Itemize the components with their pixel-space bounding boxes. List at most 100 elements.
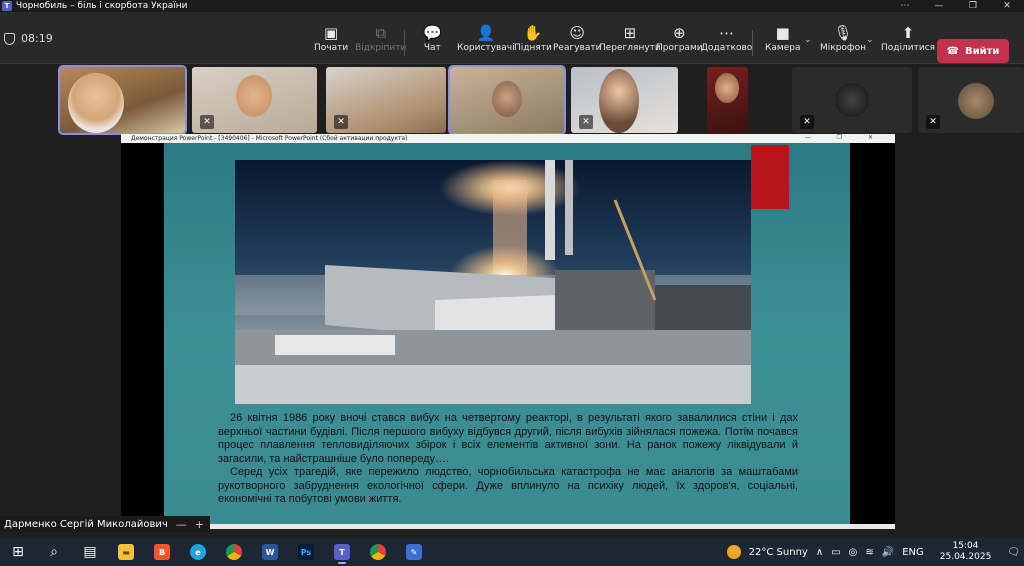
file-explorer-icon[interactable]: ▬ bbox=[108, 538, 144, 566]
photoshop-icon[interactable]: Ps bbox=[288, 538, 324, 566]
app-icon[interactable]: ✎ bbox=[396, 538, 432, 566]
participant-tile[interactable]: ✕ bbox=[326, 67, 446, 133]
chat-button[interactable]: 💬 Чат bbox=[423, 23, 442, 53]
presenter-label: Дарменко Сергій Миколайович — + bbox=[0, 516, 210, 532]
shield-icon bbox=[4, 32, 15, 45]
windows-taskbar: ⊞ ⌕ ▤ ▬ B e W Ps T ✎ 22°C Sunny ∧ ▭ ◎ ≋ … bbox=[0, 538, 1024, 566]
mic-muted-icon: ✕ bbox=[579, 115, 593, 129]
powerpoint-titlebar: Демонстрация PowerPoint - [3490406] - Mi… bbox=[121, 134, 895, 143]
share-button[interactable]: ⬆ Поділитися bbox=[881, 23, 935, 53]
view-label: Переглянути bbox=[599, 43, 661, 53]
start-button[interactable]: ▣ Почати bbox=[314, 23, 348, 53]
word-icon[interactable]: W bbox=[252, 538, 288, 566]
participant-tile[interactable] bbox=[707, 67, 748, 133]
notifications-icon[interactable]: 🗨 bbox=[1007, 547, 1020, 558]
participant-tile[interactable] bbox=[448, 65, 566, 135]
unpin-icon: ⧉ bbox=[375, 24, 387, 42]
chernobyl-photo bbox=[235, 160, 751, 404]
camera-button[interactable]: ■ Камера bbox=[765, 23, 800, 53]
slide: 26 квітня 1986 року вночі стався вибух н… bbox=[164, 143, 850, 525]
raise-hand-button[interactable]: ✋ Підняти bbox=[514, 23, 552, 53]
participant-tile[interactable]: ✕ bbox=[918, 67, 1024, 133]
teams-icon[interactable]: T bbox=[324, 538, 360, 566]
grid-icon: ⊞ bbox=[623, 24, 637, 42]
powerpoint-window-controls: — ❐ ✕ bbox=[804, 134, 885, 141]
slide-red-accent bbox=[751, 145, 789, 209]
brave-browser-icon[interactable]: B bbox=[144, 538, 180, 566]
chrome-browser-icon[interactable] bbox=[216, 538, 252, 566]
participant-tile[interactable] bbox=[58, 65, 187, 135]
people-icon: 👤 bbox=[476, 24, 496, 42]
presenter-name: Дарменко Сергій Миколайович bbox=[4, 518, 168, 530]
slide-paragraph: 26 квітня 1986 року вночі стався вибух н… bbox=[218, 412, 798, 465]
powerpoint-title: Демонстрация PowerPoint - [3490406] - Mi… bbox=[131, 135, 408, 142]
weather-icon bbox=[726, 545, 741, 559]
add-icon[interactable]: + bbox=[195, 518, 204, 531]
shared-screen: Демонстрация PowerPoint - [3490406] - Mi… bbox=[121, 134, 895, 529]
start-label: Почати bbox=[314, 43, 349, 53]
camera-options-chevron-icon[interactable]: ⌄ bbox=[804, 35, 812, 45]
toolbar-separator bbox=[404, 30, 405, 56]
minimize-icon[interactable]: — bbox=[176, 518, 187, 531]
mic-button[interactable]: 🎙 Мікрофон bbox=[820, 23, 866, 53]
smiley-icon: ☺ bbox=[569, 24, 586, 42]
leave-button[interactable]: ☎ Вийти bbox=[937, 39, 1009, 63]
search-icon[interactable]: ⌕ bbox=[36, 538, 72, 566]
participant-tile[interactable]: ✕ bbox=[192, 67, 317, 133]
apps-label: Програми bbox=[656, 43, 703, 53]
people-button[interactable]: 👤 Користувачі bbox=[457, 23, 515, 53]
toolbar-separator bbox=[752, 30, 753, 56]
system-tray: 22°C Sunny ∧ ▭ ◎ ≋ 🔊 ENG 15:04 25.04.202… bbox=[723, 538, 1024, 566]
more-button[interactable]: ⋯ Додатково bbox=[701, 23, 752, 53]
window-maximize-button[interactable]: ❐ bbox=[956, 1, 990, 11]
more-label: Додатково bbox=[701, 43, 753, 53]
apps-button[interactable]: ⊕ Програми bbox=[656, 23, 703, 53]
window-titlebar: T Чорнобиль – біль і скорбота України ⋯ … bbox=[0, 0, 1024, 12]
wifi-icon[interactable]: ≋ bbox=[865, 547, 873, 558]
leave-label: Вийти bbox=[965, 45, 1000, 57]
mic-off-icon: 🎙 bbox=[833, 24, 853, 42]
react-label: Реагувати bbox=[553, 43, 602, 53]
mic-muted-icon: ✕ bbox=[800, 115, 814, 129]
mic-options-chevron-icon[interactable]: ⌄ bbox=[866, 35, 874, 45]
task-view-icon[interactable]: ▤ bbox=[72, 538, 108, 566]
camera-icon: ■ bbox=[775, 24, 790, 42]
tray-camera-icon[interactable]: ◎ bbox=[849, 547, 858, 558]
participant-video bbox=[599, 69, 639, 133]
slide-paragraph: Серед усіх трагедій, яке пережило людств… bbox=[218, 466, 798, 505]
windows-start-icon[interactable]: ⊞ bbox=[0, 538, 36, 566]
camera-label: Камера bbox=[765, 43, 801, 53]
window-title: Чорнобиль – біль і скорбота України bbox=[16, 1, 188, 11]
participant-tile[interactable]: ✕ bbox=[571, 67, 678, 133]
tray-chevron-icon[interactable]: ∧ bbox=[816, 547, 823, 558]
plus-icon: ⊕ bbox=[673, 24, 686, 42]
window-close-button[interactable]: ✕ bbox=[990, 1, 1024, 11]
teams-app-icon: T bbox=[2, 1, 12, 11]
share-icon: ⬆ bbox=[901, 24, 915, 42]
share-label: Поділитися bbox=[881, 43, 936, 53]
mic-label: Мікрофон bbox=[820, 43, 867, 53]
participant-tile[interactable]: ✕ bbox=[792, 67, 912, 133]
clock-time: 15:04 bbox=[952, 541, 979, 551]
meeting-timer-text: 08:19 bbox=[21, 32, 53, 45]
people-label: Користувачі bbox=[457, 43, 515, 53]
unpin-button[interactable]: ⧉ Відкріпити bbox=[355, 23, 406, 53]
recording-icon: ▣ bbox=[324, 24, 339, 42]
participant-video bbox=[68, 73, 124, 133]
view-button[interactable]: ⊞ Переглянути bbox=[599, 23, 661, 53]
window-minimize-button[interactable]: — bbox=[922, 1, 956, 11]
volume-icon[interactable]: 🔊 bbox=[882, 547, 894, 558]
input-language[interactable]: ENG bbox=[902, 547, 924, 558]
edge-browser-icon[interactable]: e bbox=[180, 538, 216, 566]
react-button[interactable]: ☺ Реагувати bbox=[553, 23, 601, 53]
tray-app-icon[interactable]: ▭ bbox=[831, 547, 840, 558]
meeting-timer: 08:19 bbox=[4, 32, 53, 45]
weather-text: 22°C Sunny bbox=[748, 546, 808, 558]
clock-date: 25.04.2025 bbox=[939, 552, 992, 562]
chrome-profile-icon[interactable] bbox=[360, 538, 396, 566]
window-more-button[interactable]: ⋯ bbox=[888, 1, 922, 11]
raise-label: Підняти bbox=[514, 43, 552, 53]
mic-muted-icon: ✕ bbox=[926, 115, 940, 129]
hand-icon: ✋ bbox=[523, 24, 543, 42]
clock[interactable]: 15:04 25.04.2025 bbox=[936, 541, 996, 563]
